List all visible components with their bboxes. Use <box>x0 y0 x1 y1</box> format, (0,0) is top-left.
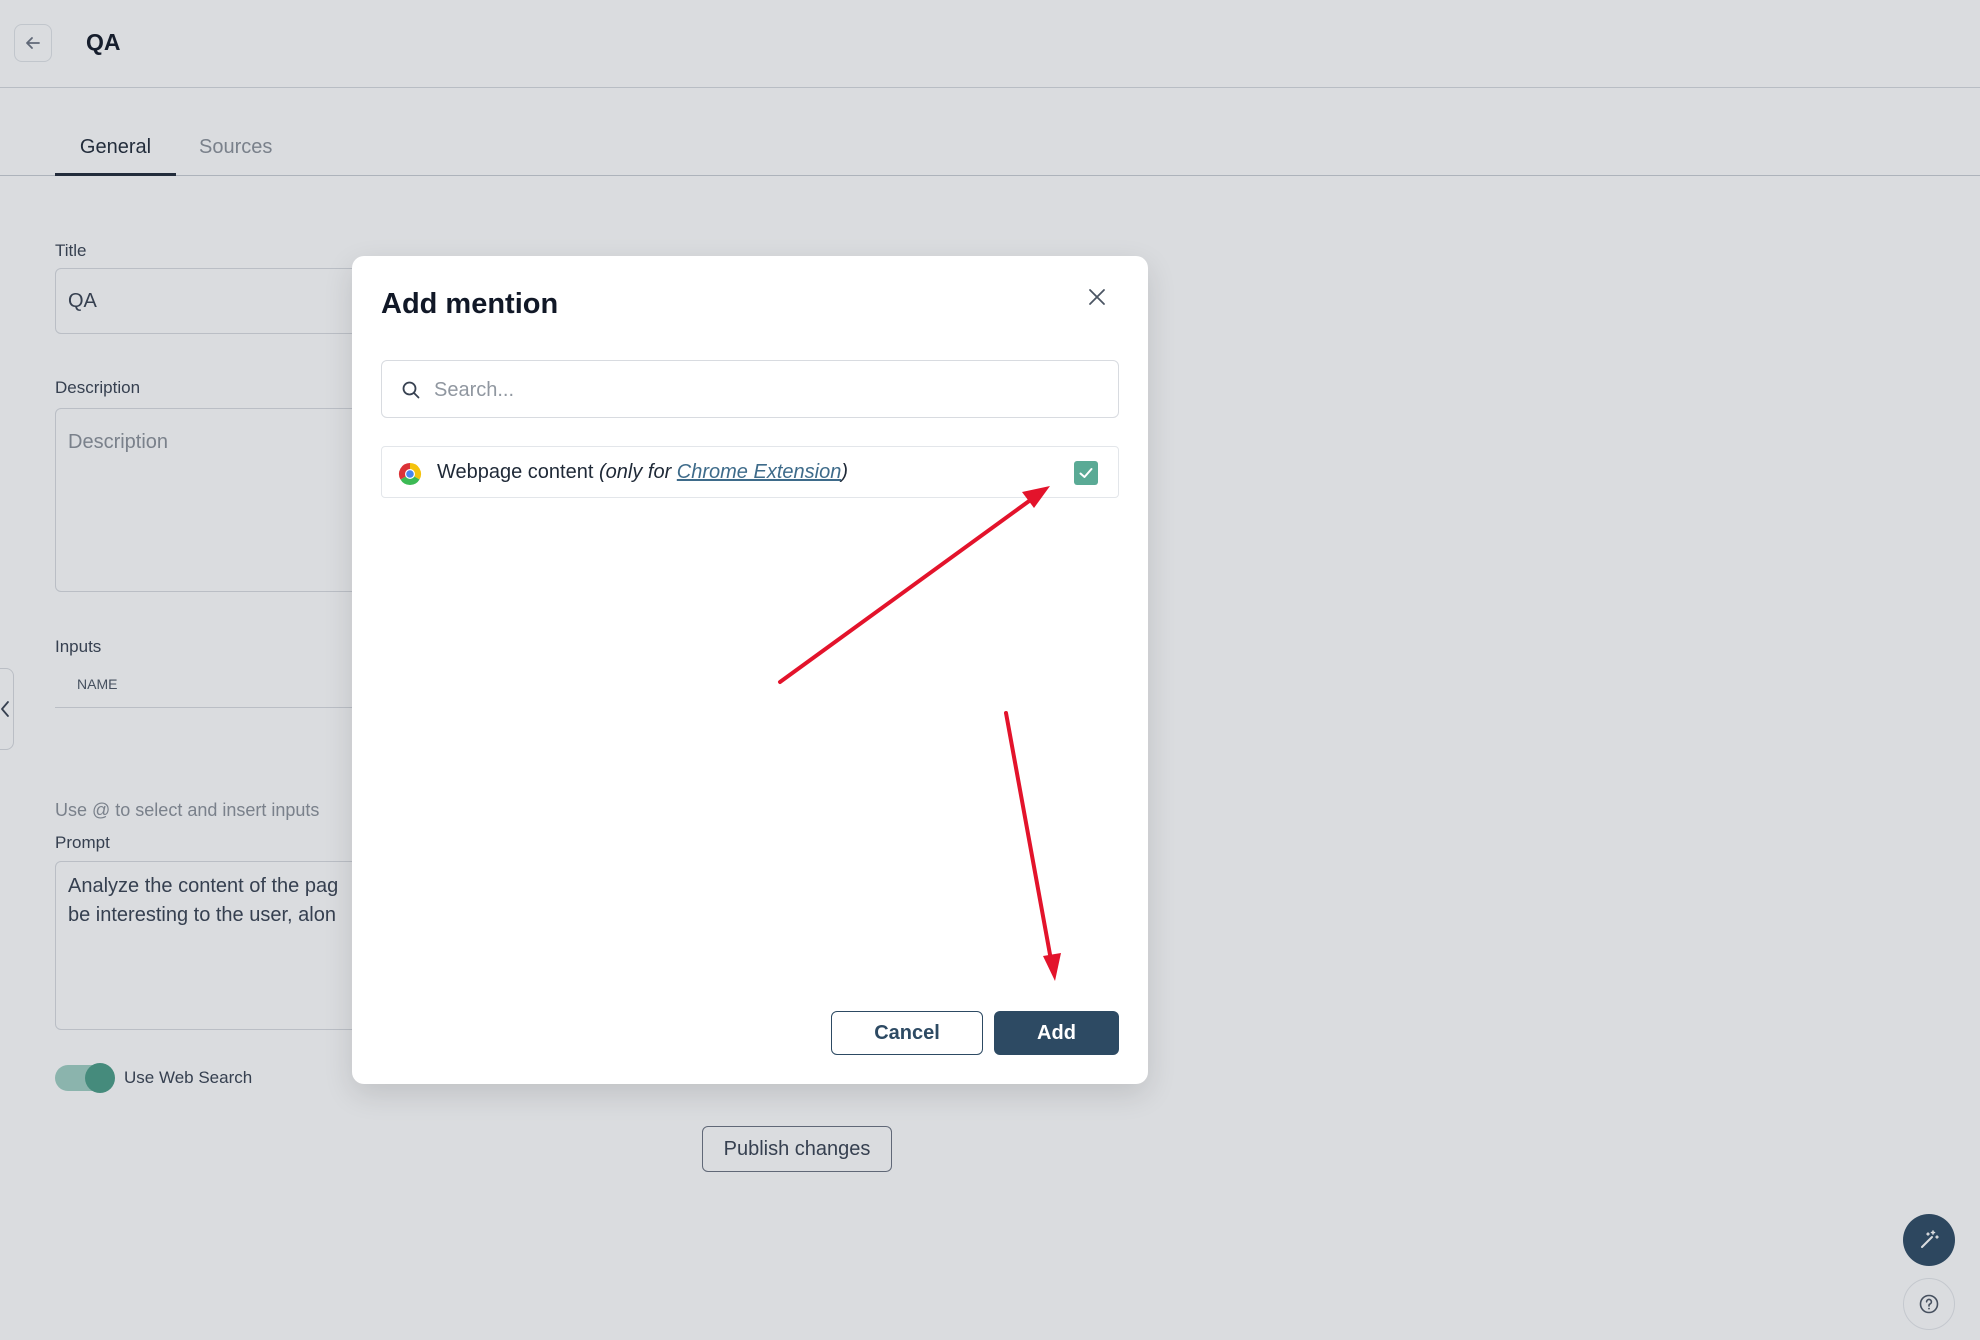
cancel-button[interactable]: Cancel <box>831 1011 983 1055</box>
close-button[interactable] <box>1082 282 1112 312</box>
option-label: Webpage content <box>437 461 594 483</box>
mention-option-webpage-content[interactable]: Webpage content (only for Chrome Extensi… <box>381 446 1119 498</box>
option-note-prefix: (only for <box>598 461 677 483</box>
chrome-extension-link[interactable]: Chrome Extension <box>677 461 842 483</box>
chrome-icon <box>398 463 422 486</box>
search-box <box>381 360 1119 418</box>
search-input[interactable] <box>434 371 1094 409</box>
option-label-text: Webpage content (only for Chrome Extensi… <box>437 461 848 484</box>
add-button[interactable]: Add <box>994 1011 1119 1055</box>
search-icon <box>402 381 420 399</box>
option-checkbox[interactable] <box>1074 461 1098 485</box>
dialog-title: Add mention <box>381 288 559 320</box>
check-icon <box>1079 468 1093 478</box>
close-icon <box>1089 289 1105 305</box>
add-mention-dialog: Add mention Webpage content (only for Ch… <box>352 256 1148 1084</box>
option-note-suffix: ) <box>841 461 848 483</box>
